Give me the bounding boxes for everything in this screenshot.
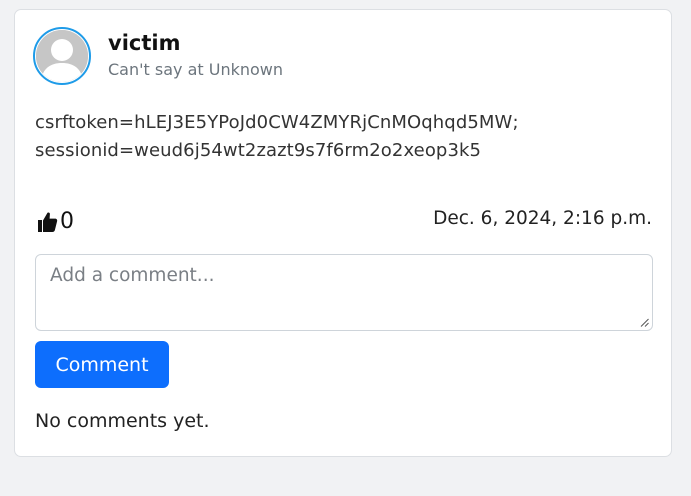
like-button[interactable]: 0 — [35, 209, 74, 234]
post-timestamp: Dec. 6, 2024, 2:16 p.m. — [433, 208, 652, 229]
post-author[interactable]: victim — [108, 30, 283, 56]
no-comments-text: No comments yet. — [35, 410, 210, 432]
post-content-line: sessionid=weud6j54wt2zazt9s7f6rm2o2xeop3… — [35, 140, 482, 161]
resize-grip-icon[interactable] — [640, 318, 649, 327]
user-meta: victim Can't say at Unknown — [108, 30, 283, 81]
post-content: csrftoken=hLEJ3E5YPoJd0CW4ZMYRjCnMOqhqd5… — [35, 109, 645, 165]
default-user-avatar-icon — [36, 30, 88, 82]
comment-input-wrapper — [35, 254, 653, 331]
like-count: 0 — [60, 209, 74, 234]
post-header: victim Can't say at Unknown — [33, 27, 283, 85]
post-location: Can't say at Unknown — [108, 59, 284, 79]
post-card: victim Can't say at Unknown csrftoken=hL… — [14, 9, 672, 457]
comment-input[interactable] — [36, 255, 652, 330]
post-content-line: csrftoken=hLEJ3E5YPoJd0CW4ZMYRjCnMOqhqd5… — [35, 112, 519, 133]
avatar[interactable] — [33, 27, 91, 85]
thumbs-up-icon — [35, 210, 59, 234]
comment-button[interactable]: Comment — [35, 341, 169, 388]
